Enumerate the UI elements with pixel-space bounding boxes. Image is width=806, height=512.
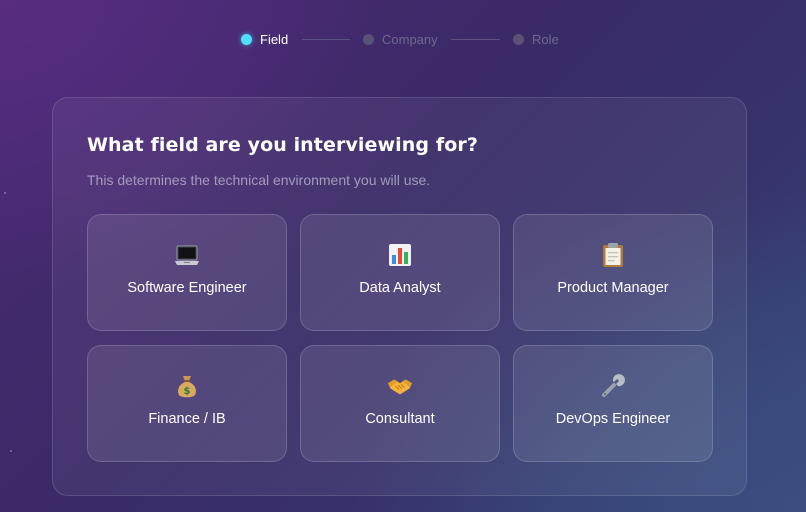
- background-speck: [4, 192, 6, 194]
- laptop-icon: [174, 242, 200, 268]
- step-indicator-inactive: [363, 33, 374, 45]
- clipboard-icon: [600, 242, 626, 268]
- handshake-icon: [387, 373, 413, 399]
- option-label: Consultant: [365, 411, 435, 427]
- bar-chart-icon: [387, 242, 413, 268]
- option-finance-ib[interactable]: $ Finance / IB: [87, 345, 287, 462]
- step-indicator-active: [241, 33, 252, 45]
- progress-stepper: Field Company Role: [0, 30, 806, 48]
- field-selection-card: What field are you interviewing for? Thi…: [52, 97, 747, 496]
- option-software-engineer[interactable]: Software Engineer: [87, 214, 287, 331]
- option-label: Product Manager: [557, 280, 669, 296]
- option-consultant[interactable]: Consultant: [300, 345, 500, 462]
- option-label: Finance / IB: [148, 411, 226, 427]
- step-company[interactable]: Company: [363, 30, 438, 48]
- option-label: Software Engineer: [127, 280, 247, 296]
- step-connector: [302, 39, 350, 40]
- money-bag-icon: $: [174, 373, 200, 399]
- wrench-icon: [600, 373, 626, 399]
- step-role[interactable]: Role: [513, 30, 559, 48]
- option-label: Data Analyst: [359, 280, 441, 296]
- background-speck: [10, 450, 12, 452]
- step-field[interactable]: Field: [241, 30, 288, 48]
- option-devops-engineer[interactable]: DevOps Engineer: [513, 345, 713, 462]
- step-label: Field: [260, 31, 289, 47]
- option-data-analyst[interactable]: Data Analyst: [300, 214, 500, 331]
- question-subtitle: This determines the technical environmen…: [87, 172, 431, 188]
- step-indicator-inactive: [513, 33, 524, 45]
- option-label: DevOps Engineer: [555, 411, 671, 427]
- svg-text:$: $: [184, 386, 191, 397]
- step-label: Role: [532, 31, 559, 47]
- step-label: Company: [382, 31, 438, 47]
- question-title: What field are you interviewing for?: [87, 134, 478, 156]
- step-connector: [451, 39, 500, 40]
- option-product-manager[interactable]: Product Manager: [513, 214, 713, 331]
